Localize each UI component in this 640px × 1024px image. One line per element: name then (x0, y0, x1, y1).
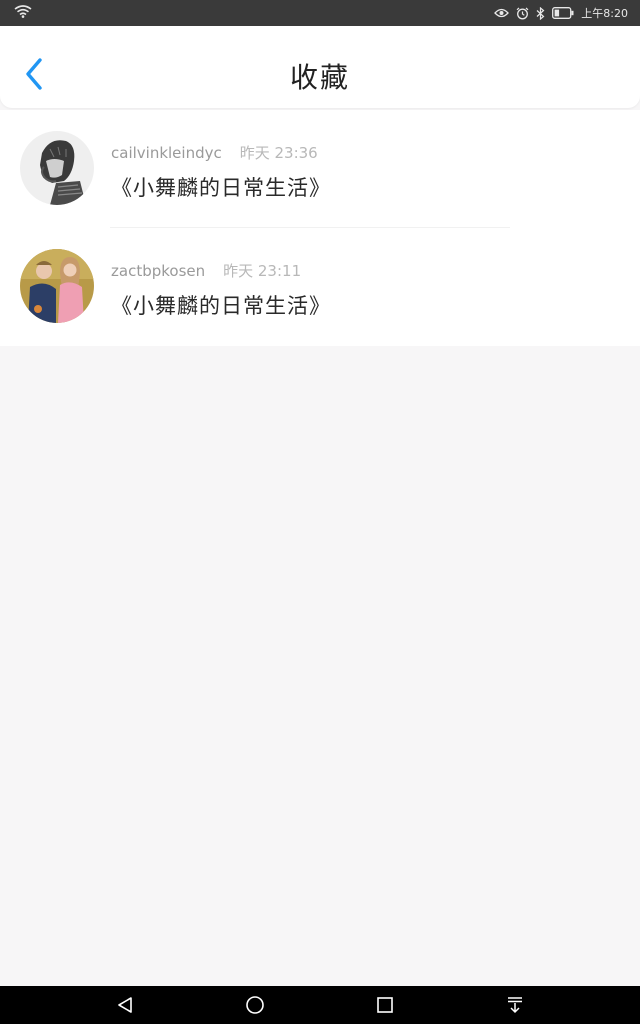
avatar[interactable] (20, 131, 94, 205)
bluetooth-icon (536, 6, 545, 20)
item-meta: zactbpkosen 昨天 23:11 (111, 260, 301, 281)
couple-photo-avatar (20, 249, 94, 323)
nav-notification-button[interactable] (495, 986, 535, 1024)
status-time: 上午8:20 (581, 7, 628, 20)
sketch-portrait-avatar (20, 131, 94, 205)
recents-square-icon (377, 997, 393, 1013)
back-triangle-icon (118, 997, 132, 1013)
username[interactable]: cailvinkleindyc (111, 144, 222, 162)
navigation-bar (0, 986, 640, 1024)
nav-recents-button[interactable] (365, 986, 405, 1024)
item-title[interactable]: 《小舞麟的日常生活》 (111, 290, 331, 320)
nav-back-button[interactable] (105, 986, 145, 1024)
favorite-item[interactable]: zactbpkosen 昨天 23:11 《小舞麟的日常生活》 (0, 228, 640, 346)
item-meta: cailvinkleindyc 昨天 23:36 (111, 142, 318, 163)
alarm-icon (516, 7, 529, 20)
battery-icon (552, 7, 574, 19)
eye-icon (494, 8, 510, 18)
header: 收藏 (0, 26, 640, 108)
wifi-icon (14, 5, 32, 21)
nav-home-button[interactable] (235, 986, 275, 1024)
status-bar: 上午8:20 (0, 0, 640, 26)
notification-pulldown-icon (508, 997, 522, 1014)
avatar[interactable] (20, 249, 94, 323)
timestamp: 昨天 23:36 (239, 144, 318, 162)
page-title: 收藏 (289, 61, 350, 94)
home-circle-icon (246, 996, 264, 1014)
favorite-item[interactable]: cailvinkleindyc 昨天 23:36 《小舞麟的日常生活》 (0, 110, 640, 228)
favorites-list: cailvinkleindyc 昨天 23:36 《小舞麟的日常生活》 zact… (0, 110, 640, 346)
username[interactable]: zactbpkosen (111, 262, 205, 280)
item-title[interactable]: 《小舞麟的日常生活》 (111, 172, 331, 202)
timestamp: 昨天 23:11 (223, 262, 302, 280)
status-icons: 上午8:20 (494, 5, 628, 21)
